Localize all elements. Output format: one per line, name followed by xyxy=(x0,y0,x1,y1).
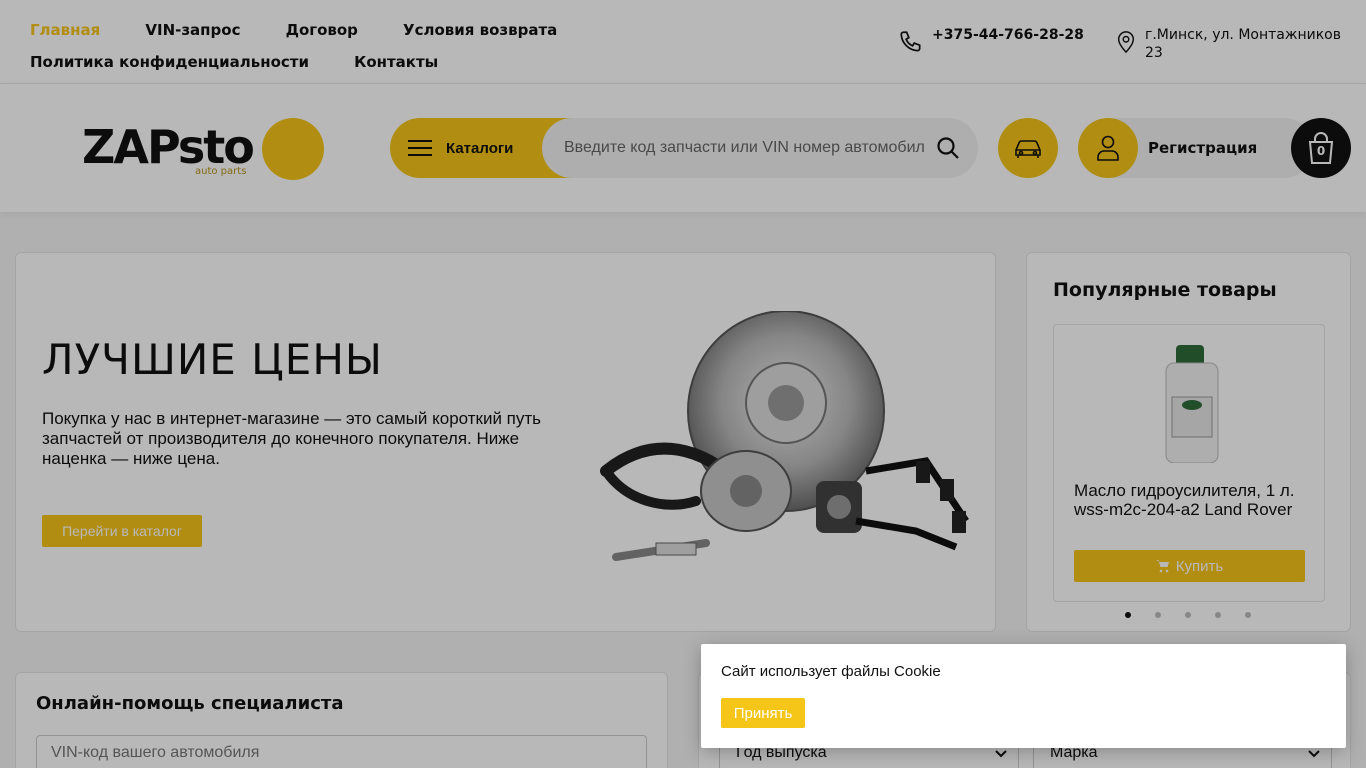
cookie-message: Сайт использует файлы Cookie xyxy=(721,663,941,680)
cookie-notice: Сайт использует файлы Cookie Принять xyxy=(701,644,1346,748)
accept-cookies-button[interactable]: Принять xyxy=(721,698,805,728)
page: Главная VIN-запрос Договор Условия возвр… xyxy=(0,0,1366,768)
